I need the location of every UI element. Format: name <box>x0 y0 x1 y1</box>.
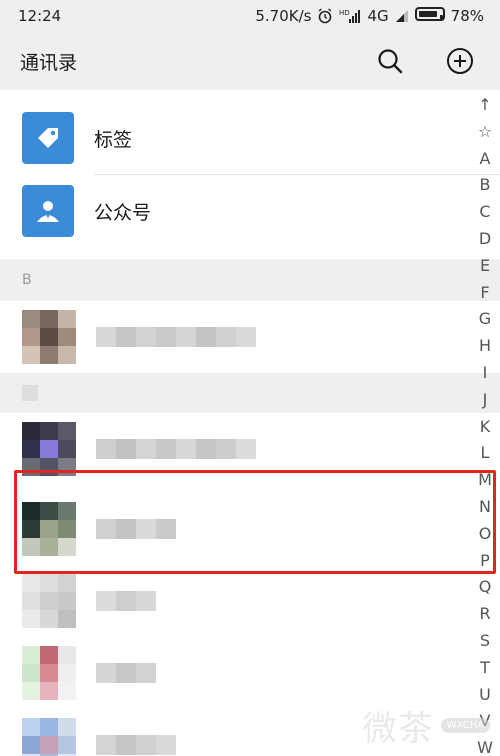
section-header-obscured <box>0 373 500 413</box>
index-letter[interactable]: I <box>483 360 488 387</box>
status-time: 12:24 <box>18 7 62 25</box>
index-letter[interactable]: A <box>480 146 491 173</box>
contact-name-obscured <box>96 439 256 459</box>
index-letter[interactable]: H <box>479 333 491 360</box>
index-letter[interactable]: R <box>479 601 490 628</box>
tags-row[interactable]: 标签 <box>0 102 500 174</box>
watermark-text: 微茶 <box>362 709 435 749</box>
network-type: 4G <box>367 7 389 25</box>
index-letter[interactable]: J <box>483 387 488 414</box>
avatar <box>22 574 76 628</box>
index-letter[interactable]: F <box>480 280 489 307</box>
index-letter[interactable]: E <box>480 253 490 280</box>
contact-row[interactable] <box>0 301 500 373</box>
contact-row[interactable] <box>0 637 500 709</box>
add-button[interactable] <box>440 41 480 81</box>
contact-name-obscured <box>96 327 256 347</box>
official-account-icon <box>22 185 74 237</box>
contact-name-obscured <box>96 663 156 683</box>
status-right: 5.70K/s HD 4G 78% <box>255 7 484 25</box>
avatar <box>22 646 76 700</box>
index-letter[interactable]: T <box>480 655 490 682</box>
avatar <box>22 422 76 476</box>
net-speed: 5.70K/s <box>255 7 312 25</box>
avatar <box>22 718 76 756</box>
signal-icon <box>395 10 408 22</box>
hd-signal-icon: HD <box>339 9 361 23</box>
section-header-b: B <box>0 259 500 301</box>
contact-name-obscured <box>96 735 176 755</box>
index-letter[interactable]: S <box>480 628 490 655</box>
page-title: 通讯录 <box>20 51 78 74</box>
index-letter[interactable]: K <box>480 414 491 441</box>
battery-level: 78% <box>450 7 484 25</box>
index-letter[interactable]: C <box>479 199 490 226</box>
index-letter[interactable]: D <box>479 226 491 253</box>
index-letter[interactable]: ☆ <box>478 119 492 146</box>
svg-text:HD: HD <box>339 9 350 17</box>
index-letter[interactable]: L <box>481 440 490 467</box>
search-icon <box>378 49 403 74</box>
index-letter[interactable]: ↑ <box>478 92 491 119</box>
status-bar: 12:24 5.70K/s HD 4G 78% <box>0 0 500 32</box>
add-icon <box>447 48 473 74</box>
highlight-annotation <box>14 470 496 574</box>
avatar <box>22 310 76 364</box>
index-letter[interactable]: G <box>479 306 491 333</box>
watermark: 微茶 WXCHA <box>363 701 490 750</box>
index-letter[interactable]: Q <box>479 574 492 601</box>
official-accounts-row[interactable]: 公众号 <box>0 175 500 247</box>
tag-icon <box>22 112 74 164</box>
alarm-icon <box>319 8 332 24</box>
index-letter[interactable]: B <box>480 172 491 199</box>
title-bar: 通讯录 <box>0 32 500 90</box>
contact-name-obscured <box>96 591 156 611</box>
battery-icon <box>414 7 445 25</box>
tags-label: 标签 <box>94 128 133 151</box>
official-accounts-label: 公众号 <box>94 201 152 224</box>
watermark-badge: WXCHA <box>440 718 490 733</box>
search-button[interactable] <box>370 41 410 81</box>
alphabet-index-bar[interactable]: ↑☆ABCDEFGHIJKLMNOPQRSTUVW <box>474 92 496 756</box>
contact-row[interactable] <box>0 565 500 637</box>
contact-list: 标签 公众号 B <box>0 90 500 756</box>
